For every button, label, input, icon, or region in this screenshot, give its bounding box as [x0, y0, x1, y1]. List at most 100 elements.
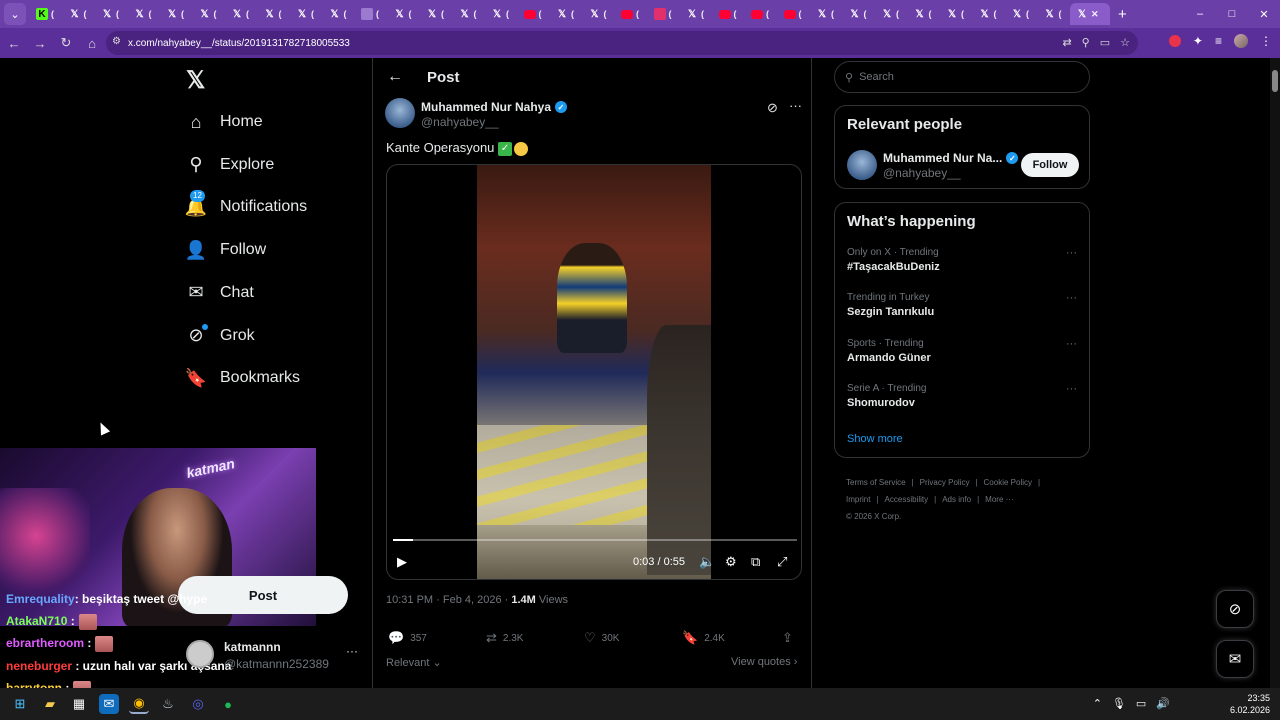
author-handle[interactable]: @nahyabey__ [421, 115, 499, 129]
nav-item-follow[interactable]: 👤 Follow [185, 230, 266, 270]
browser-tab[interactable]: ( [355, 3, 388, 25]
translate-icon[interactable]: ⇄ [1062, 36, 1071, 49]
steam-icon[interactable]: ♨ [158, 694, 178, 714]
reply-button[interactable]: 💬 357 [388, 630, 427, 646]
browser-tab[interactable]: 𝕏( [225, 3, 258, 25]
page-scrollbar[interactable] [1270, 58, 1280, 688]
author-name[interactable]: Muhammed Nur Nahya ✓ [421, 100, 568, 114]
media-icon[interactable]: ≡ [1215, 34, 1222, 48]
nav-item-notifications[interactable]: 🔔 12 Notifications [185, 187, 307, 227]
browser-tab[interactable]: ( [713, 3, 746, 25]
record-extension-icon[interactable] [1168, 35, 1181, 47]
trend-item[interactable]: Trending in Turkey Sezgin Tanrıkulu ··· [847, 292, 1079, 318]
windows-start-icon[interactable]: ⊞ [10, 694, 30, 714]
browser-tab[interactable]: 𝕏( [160, 3, 193, 25]
repost-button[interactable]: ⇄ 2.3K [486, 630, 523, 646]
messages-float-icon[interactable]: ✉ [1216, 640, 1254, 678]
browser-tab[interactable]: 𝕏( [485, 3, 518, 25]
maximize-button[interactable]: □ [1216, 8, 1248, 20]
footer-link[interactable]: Imprint [846, 495, 870, 504]
like-button[interactable]: ♡ 30K [584, 630, 619, 646]
volume-tray-icon[interactable]: 🔊 [1156, 697, 1170, 710]
url-field[interactable]: ⚙ x.com/nahyabey__/status/20191317827180… [106, 31, 1138, 55]
video-progress-bar[interactable] [393, 539, 797, 541]
browser-tab[interactable]: 𝕏( [583, 3, 616, 25]
browser-tab[interactable]: 𝕏( [63, 3, 96, 25]
zoom-icon[interactable]: ⚲ [1082, 36, 1090, 49]
back-arrow-icon[interactable]: ← [387, 68, 407, 86]
account-more-icon[interactable]: ··· [346, 644, 358, 658]
profile-avatar[interactable] [1234, 34, 1248, 48]
grok-float-icon[interactable]: ⊘ [1216, 590, 1254, 628]
volume-icon[interactable]: 🔈 [699, 554, 715, 570]
browser-tab[interactable]: 𝕏( [258, 3, 291, 25]
browser-tab[interactable]: 𝕏( [388, 3, 421, 25]
browser-tab[interactable]: 𝕏( [290, 3, 323, 25]
trend-more-icon[interactable]: ··· [1066, 338, 1077, 350]
browser-tab[interactable]: 𝕏( [1038, 3, 1071, 25]
network-icon[interactable]: ▭ [1136, 697, 1146, 710]
relevant-person-name[interactable]: Muhammed Nur Na... ✓ [883, 151, 1019, 165]
browser-tab[interactable]: 𝕏( [908, 3, 941, 25]
browser-tab[interactable]: ( [778, 3, 811, 25]
browser-tab[interactable]: 𝕏( [973, 3, 1006, 25]
active-tab[interactable]: 𝕏 ✕ [1070, 3, 1110, 25]
puzzle-icon[interactable]: ✦ [1193, 34, 1203, 48]
footer-link[interactable]: Cookie Policy [984, 478, 1032, 487]
app-icon[interactable]: ▦ [69, 694, 89, 714]
close-tab-icon[interactable]: ✕ [1091, 9, 1099, 20]
bookmark-button[interactable]: 🔖 2.4K [682, 630, 725, 646]
tray-overflow-icon[interactable]: ⌃ [1093, 697, 1102, 710]
footer-link[interactable]: Ads info [942, 495, 971, 504]
browser-tab[interactable]: ( [648, 3, 681, 25]
trend-more-icon[interactable]: ··· [1066, 247, 1077, 259]
forward-icon[interactable]: → [28, 36, 52, 51]
nav-item-grok[interactable]: ⊘ Grok [186, 316, 255, 356]
relevant-person-handle[interactable]: @nahyabey__ [883, 166, 961, 180]
trend-more-icon[interactable]: ··· [1066, 383, 1077, 395]
discord-icon[interactable]: ◎ [188, 694, 208, 714]
scrollbar-thumb[interactable] [1272, 70, 1278, 92]
pip-icon[interactable]: ⧉ [751, 554, 760, 570]
browser-tab[interactable]: 𝕏( [680, 3, 713, 25]
trend-item[interactable]: Serie A · Trending Shomurodov ··· [847, 383, 1079, 409]
star-icon[interactable]: ☆ [1120, 36, 1130, 49]
account-switcher[interactable]: katmannn @katmannn252389 ··· [186, 636, 366, 680]
browser-tab[interactable]: ( [615, 3, 648, 25]
settings-gear-icon[interactable]: ⚙ [725, 554, 737, 570]
browser-tab[interactable]: 𝕏( [810, 3, 843, 25]
post-timestamp[interactable]: 10:31 PM · Feb 4, 2026 · [386, 594, 511, 606]
browser-tab[interactable]: 𝕏( [843, 3, 876, 25]
nav-item-chat[interactable]: ✉ Chat [186, 273, 253, 313]
footer-link[interactable]: More ··· [985, 495, 1013, 504]
reload-icon[interactable]: ↻ [54, 35, 78, 51]
nav-item-explore[interactable]: ⚲ Explore [186, 145, 274, 185]
home-browser-icon[interactable]: ⌂ [80, 36, 104, 51]
x-logo-icon[interactable]: 𝕏 [186, 66, 205, 95]
microphone-icon[interactable]: 🎙 [1112, 697, 1126, 710]
browser-tab[interactable]: 𝕏( [95, 3, 128, 25]
browser-menu-icon[interactable]: ⋮ [1260, 34, 1272, 48]
browser-tab[interactable]: 𝕏( [420, 3, 453, 25]
relevant-person-avatar[interactable] [847, 150, 877, 180]
view-quotes-link[interactable]: View quotes › [731, 656, 797, 668]
browser-tab[interactable]: 𝕏( [1005, 3, 1038, 25]
play-icon[interactable]: ▶ [397, 554, 407, 570]
browser-tab[interactable]: 𝕏( [550, 3, 583, 25]
site-info-icon[interactable]: ⚙ [112, 36, 121, 47]
back-icon[interactable]: ← [2, 36, 26, 51]
close-window-button[interactable]: ✕ [1248, 8, 1280, 21]
outlook-icon[interactable]: ✉ [99, 694, 119, 714]
nav-item-home[interactable]: ⌂ Home [186, 102, 263, 142]
trend-item[interactable]: Only on X · Trending #TaşacakBuDeniz ··· [847, 247, 1079, 273]
post-more-icon[interactable]: ··· [789, 98, 802, 113]
clock[interactable]: 23:35 6.02.2026 [1230, 692, 1270, 716]
browser-tab[interactable]: 𝕏( [940, 3, 973, 25]
tab-search-button[interactable]: ⌄ [4, 3, 26, 25]
new-tab-button[interactable]: + [1118, 6, 1127, 23]
fullscreen-icon[interactable]: ⤢ [777, 554, 787, 570]
footer-link[interactable]: Terms of Service [846, 478, 906, 487]
footer-link[interactable]: Accessibility [885, 495, 929, 504]
browser-tab[interactable]: ( [745, 3, 778, 25]
share-button[interactable]: ⇪ [782, 630, 799, 646]
